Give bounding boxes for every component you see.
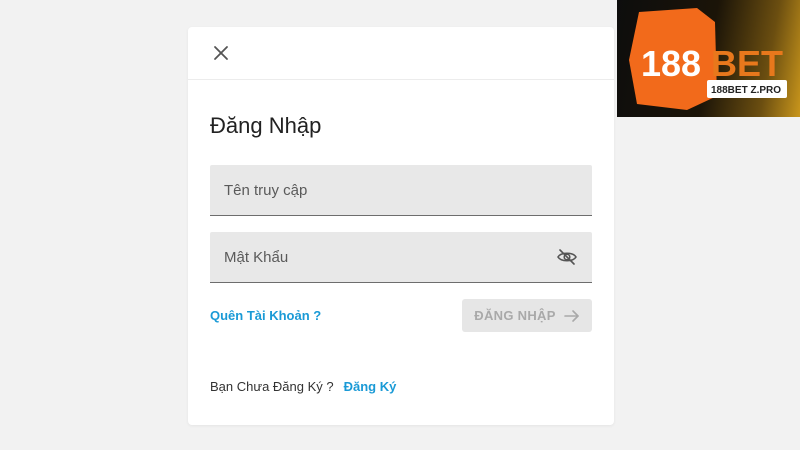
page: Đăng Nhập Quên Tài Khoản ? ĐĂNG NHẬP xyxy=(0,0,800,450)
login-button-label: ĐĂNG NHẬP xyxy=(474,308,556,323)
login-button[interactable]: ĐĂNG NHẬP xyxy=(462,299,592,332)
arrow-right-icon xyxy=(563,309,579,322)
password-field-container xyxy=(210,232,592,283)
login-title: Đăng Nhập xyxy=(210,113,322,138)
brand-logo-number: 188 xyxy=(641,43,701,84)
signup-link[interactable]: Đăng Ký xyxy=(344,379,397,394)
login-modal: Đăng Nhập Quên Tài Khoản ? ĐĂNG NHẬP xyxy=(188,27,614,425)
password-visibility-toggle[interactable] xyxy=(556,247,578,267)
password-input[interactable] xyxy=(210,232,592,282)
brand-domain: 188BET Z.PRO xyxy=(711,85,781,96)
brand-logo-suffix: BET xyxy=(711,43,783,84)
forgot-account-link[interactable]: Quên Tài Khoản ? xyxy=(210,308,321,323)
brand-logo: 188 BET 188BET Z.PRO xyxy=(617,0,800,117)
username-input[interactable] xyxy=(210,165,592,215)
eye-off-icon xyxy=(557,249,577,265)
close-button[interactable] xyxy=(210,42,232,64)
username-field-container xyxy=(210,165,592,216)
close-icon xyxy=(214,46,228,60)
signup-prompt: Bạn Chưa Đăng Ký ? xyxy=(210,379,334,394)
modal-header xyxy=(188,27,614,80)
brand-logo-graphic: 188 BET 188BET Z.PRO xyxy=(629,8,787,110)
signup-row: Bạn Chưa Đăng Ký ? Đăng Ký xyxy=(210,379,396,394)
